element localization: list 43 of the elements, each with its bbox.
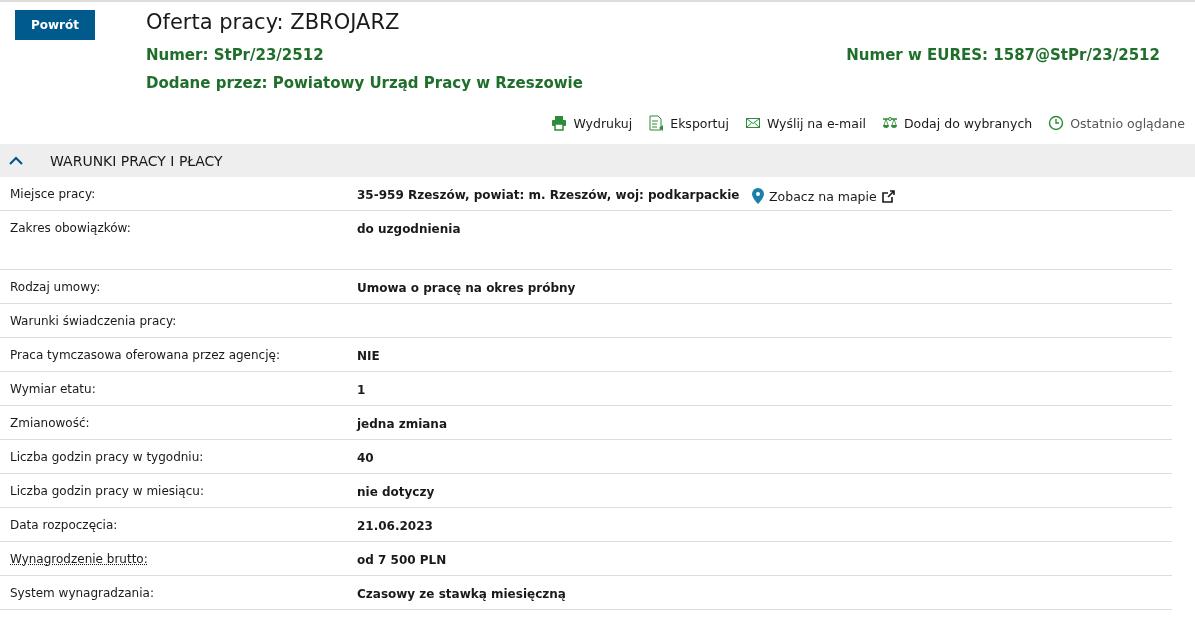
field-value: NIE bbox=[357, 348, 381, 365]
toolbar-link[interactable]: Wydrukuj bbox=[551, 114, 633, 132]
clock-icon bbox=[1048, 115, 1065, 131]
field-value: jedna zmiana bbox=[357, 416, 448, 433]
map-link[interactable]: Zobacz na mapie bbox=[752, 187, 895, 205]
toolbar-link[interactable]: Dodaj do wybranych bbox=[881, 114, 1033, 132]
field-value: 21.06.2023 bbox=[357, 518, 434, 535]
external-link-icon bbox=[881, 189, 895, 203]
added-by: Dodane przez: Powiatowy Urząd Pracy w Rzeszowie bbox=[146, 74, 584, 92]
field-value: do uzgodnienia bbox=[357, 221, 462, 238]
field-label: System wynagradzania: bbox=[10, 586, 154, 600]
field-value: 35-959 Rzeszów, powiat: m. Rzeszów, woj: podkarpackie bbox=[357, 187, 741, 204]
field-value: 1 bbox=[357, 382, 367, 399]
field-label: Wynagrodzenie brutto: bbox=[10, 552, 148, 566]
field-value: 40 bbox=[357, 450, 375, 467]
field-value: Czasowy ze stawką miesięczną bbox=[357, 586, 567, 603]
field-label: Zakres obowiązków: bbox=[10, 221, 131, 235]
toolbar-link[interactable]: Eksportuj bbox=[648, 114, 729, 132]
field-value: nie dotyczy bbox=[357, 484, 436, 501]
field-label: Praca tymczasowa oferowana przez agencję: bbox=[10, 348, 280, 362]
field-label: Rodzaj umowy: bbox=[10, 280, 101, 294]
field-label: Wymiar etatu: bbox=[10, 382, 96, 396]
page-title: Oferta pracy: ZBROJARZ bbox=[146, 10, 401, 34]
field-label: Warunki świadczenia pracy: bbox=[10, 314, 177, 328]
pdf-export-icon bbox=[648, 115, 665, 131]
map-pin-icon bbox=[752, 188, 764, 204]
field-value: Umowa o pracę na okres próbny bbox=[357, 280, 577, 297]
section-title: WARUNKI PRACY I PŁACY bbox=[50, 152, 223, 169]
section-header[interactable]: WARUNKI PRACY I PŁACY bbox=[0, 144, 1195, 177]
toolbar-link[interactable]: Ostatnio oglądane bbox=[1048, 114, 1185, 132]
offer-number: Numer: StPr/23/2512 bbox=[146, 46, 324, 64]
field-label: Zmianowość: bbox=[10, 416, 90, 430]
scales-icon bbox=[881, 115, 898, 131]
toolbar-link[interactable]: Wyślij na e-mail bbox=[744, 114, 866, 132]
field-value: od 7 500 PLN bbox=[357, 552, 448, 569]
back-button[interactable]: Powrót bbox=[15, 10, 95, 40]
field-label: Data rozpoczęcia: bbox=[10, 518, 118, 532]
field-label: Miejsce pracy: bbox=[10, 187, 96, 201]
eures-number: Numer w EURES: 1587@StPr/23/2512 bbox=[846, 46, 1160, 64]
printer-icon bbox=[551, 115, 568, 131]
envelope-icon bbox=[744, 115, 761, 131]
field-label: Liczba godzin pracy w miesiącu: bbox=[10, 484, 204, 498]
field-label: Liczba godzin pracy w tygodniu: bbox=[10, 450, 204, 464]
